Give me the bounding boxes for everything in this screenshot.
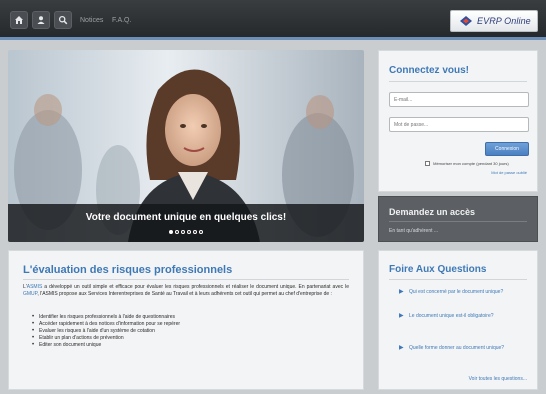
list-item: Evaluer les risques à l'aide d'un systèm… [31,328,349,335]
brand-logo[interactable]: EVRP Online [450,10,538,32]
list-item: Accéder rapidement à des notices d'infor… [31,321,349,328]
faq-item-2[interactable]: ▶ Le document unique est-il obligatoire? [399,313,529,320]
remember-checkbox[interactable] [425,161,430,167]
top-navbar: Notices F.A.Q. EVRP Online [0,0,546,40]
feature-list: Identifier les risques professionnels à … [31,314,349,349]
access-link[interactable]: En tant qu'adhérent ... [389,228,438,234]
user-icon [37,16,45,24]
see-all-faq-link[interactable]: Voir toutes les questions... [469,376,527,382]
list-item: Etablir un plan d'actions de prévention [31,335,349,342]
search-icon [58,15,68,25]
login-panel: Connectez vous! Connexion Mémoriser mon … [378,50,538,192]
arrow-right-icon: ▶ [399,313,404,319]
nav-link-faq[interactable]: F.A.Q. [112,17,131,24]
carousel-dot[interactable] [199,230,203,234]
home-button[interactable] [10,11,28,29]
asmis-link[interactable]: ASMIS [27,284,43,290]
divider [389,221,527,222]
access-request-panel: Demandez un accès En tant qu'adhérent ..… [378,196,538,242]
brand-text: EVRP Online [477,16,531,26]
divider [389,81,527,82]
list-item: Identifier les risques professionnels à … [31,314,349,321]
evaluation-panel: L'évaluation des risques professionnels … [8,250,364,390]
arrow-right-icon: ▶ [399,289,404,295]
evaluation-intro: L'ASMIS a développé un outil simple et e… [23,284,349,297]
evrp-logo-icon [460,16,472,26]
carousel-dot[interactable] [169,230,173,234]
arrow-right-icon: ▶ [399,345,404,351]
forgot-password-link[interactable]: Mot de passe oublié [491,170,527,175]
carousel-dot[interactable] [181,230,185,234]
search-button[interactable] [54,11,72,29]
carousel-dot[interactable] [175,230,179,234]
remember-label: Mémoriser mon compte (pendant 30 jours) [433,161,509,166]
evaluation-title: L'évaluation des risques professionnels [23,264,233,276]
email-input[interactable] [389,92,529,107]
faq-item-1[interactable]: ▶ Qui est concerné par le document uniqu… [399,289,529,296]
faq-panel: Foire Aux Questions ▶ Qui est concerné p… [378,250,538,390]
divider [389,279,527,280]
hero-carousel[interactable]: Votre document unique en quelques clics! [8,50,364,242]
faq-item-3[interactable]: ▶ Quelle forme donner au document unique… [399,345,529,352]
nav-link-notices[interactable]: Notices [80,17,103,24]
login-button[interactable]: Connexion [485,142,529,156]
password-input[interactable] [389,117,529,132]
divider [23,279,349,280]
hero-title: Votre document unique en quelques clics! [85,212,287,223]
faq-title: Foire Aux Questions [389,264,487,275]
carousel-dots [8,230,364,234]
login-title: Connectez vous! [389,65,470,76]
carousel-dot[interactable] [193,230,197,234]
hero-caption: Votre document unique en quelques clics! [8,204,364,242]
user-button[interactable] [32,11,50,29]
home-icon [15,16,23,24]
access-title: Demandez un accès [389,207,476,217]
gmup-link[interactable]: GMUP [23,291,37,297]
list-item: Editer son document unique [31,342,349,349]
remember-row: Mémoriser mon compte (pendant 30 jours) [425,161,509,167]
carousel-dot[interactable] [187,230,191,234]
